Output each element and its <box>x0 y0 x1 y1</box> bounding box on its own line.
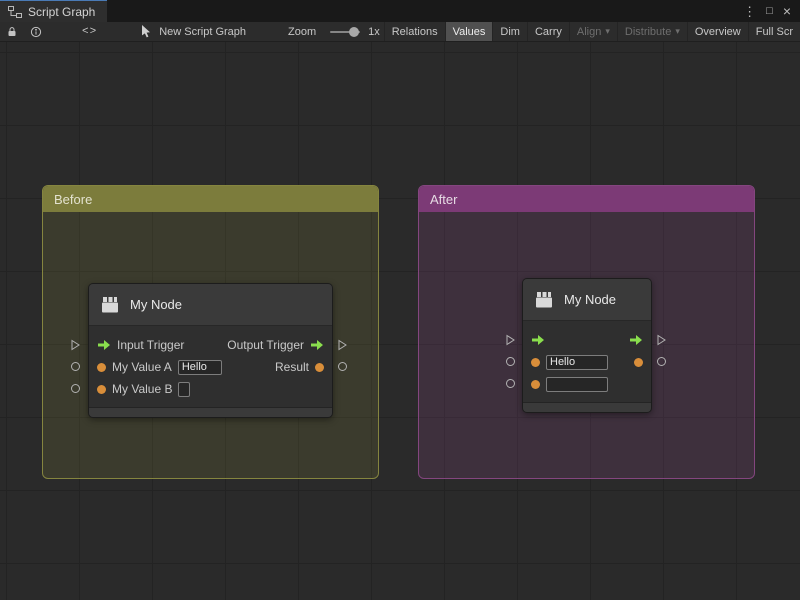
my-value-b-input[interactable] <box>178 382 190 397</box>
port-row: My Value B <box>89 378 332 400</box>
group-before-title: Before <box>54 192 92 207</box>
external-flow-port-indicator <box>506 334 515 346</box>
group-after-title: After <box>430 192 457 207</box>
node-body <box>523 321 651 399</box>
dim-label: Dim <box>500 26 520 38</box>
node-icon <box>99 294 121 316</box>
lock-button[interactable] <box>0 22 24 41</box>
node-footer <box>89 407 332 417</box>
output-trigger-label: Output Trigger <box>227 338 304 352</box>
script-graph-icon <box>8 6 22 18</box>
node-body: Input Trigger Output Trigger My Value A … <box>89 326 332 404</box>
group-after-header[interactable]: After <box>419 186 754 212</box>
graph-canvas[interactable]: Before After My Node Input Trigger <box>0 42 800 600</box>
window-controls: ⋮ □ × <box>743 0 800 22</box>
values-label: Values <box>453 26 486 38</box>
info-icon <box>30 26 42 38</box>
input-trigger-label: Input Trigger <box>117 338 184 352</box>
distribute-button[interactable]: Distribute ▾ <box>617 22 687 41</box>
external-value-port-indicator <box>506 379 515 388</box>
align-label: Align <box>577 26 601 38</box>
my-value-a-port-icon[interactable] <box>531 358 540 367</box>
lock-icon <box>6 26 18 38</box>
node-header[interactable]: My Node <box>89 284 332 326</box>
node-icon <box>533 289 555 311</box>
fullscreen-label: Full Scr <box>756 26 793 38</box>
code-button[interactable]: <> <box>76 22 103 41</box>
port-row: Input Trigger Output Trigger <box>89 334 332 356</box>
my-value-b-label: My Value B <box>112 382 172 396</box>
carry-button[interactable]: Carry <box>527 22 569 41</box>
external-value-port-indicator <box>657 357 666 366</box>
values-button[interactable]: Values <box>445 22 493 41</box>
my-value-a-input[interactable] <box>178 360 222 375</box>
result-port-icon[interactable] <box>634 358 643 367</box>
overview-label: Overview <box>695 26 741 38</box>
output-trigger-port-icon[interactable] <box>310 339 324 351</box>
result-label: Result <box>275 360 309 374</box>
new-script-graph-button[interactable]: New Script Graph <box>135 22 252 41</box>
external-flow-port-indicator <box>71 339 80 351</box>
overview-button[interactable]: Overview <box>687 22 748 41</box>
tab-title: Script Graph <box>28 5 95 19</box>
dropdown-caret-icon: ▾ <box>675 26 680 37</box>
external-flow-port-indicator <box>338 339 347 351</box>
relations-button[interactable]: Relations <box>384 22 445 41</box>
code-label: <> <box>82 26 97 38</box>
close-icon[interactable]: × <box>783 4 791 18</box>
zoom-label: Zoom <box>282 22 322 41</box>
group-before-header[interactable]: Before <box>43 186 378 212</box>
distribute-label: Distribute <box>625 26 671 38</box>
external-value-port-indicator <box>338 362 347 371</box>
relations-label: Relations <box>392 26 438 38</box>
zoom-slider-knob[interactable] <box>349 27 359 37</box>
zoom-slider[interactable] <box>330 22 360 41</box>
tab-script-graph[interactable]: Script Graph <box>0 0 107 22</box>
zoom-slider-track <box>330 31 360 33</box>
my-value-b-port-icon[interactable] <box>531 380 540 389</box>
info-button[interactable] <box>24 22 48 41</box>
port-row <box>523 329 651 351</box>
external-flow-port-indicator <box>657 334 666 346</box>
external-value-port-indicator <box>71 362 80 371</box>
external-value-port-indicator <box>71 384 80 393</box>
toolbar-right-group: Relations Values Dim Carry Align ▾ Distr… <box>384 22 800 41</box>
port-row <box>523 351 651 373</box>
output-trigger-port-icon[interactable] <box>629 334 643 346</box>
cursor-icon <box>141 25 152 38</box>
input-trigger-port-icon[interactable] <box>97 339 111 351</box>
dropdown-caret-icon: ▾ <box>605 26 610 37</box>
my-value-a-port-icon[interactable] <box>97 363 106 372</box>
port-row: My Value A Result <box>89 356 332 378</box>
node-header[interactable]: My Node <box>523 279 651 321</box>
input-trigger-port-icon[interactable] <box>531 334 545 346</box>
carry-label: Carry <box>535 26 562 38</box>
node-title: My Node <box>130 297 182 312</box>
dim-button[interactable]: Dim <box>492 22 527 41</box>
kebab-menu-icon[interactable]: ⋮ <box>743 5 756 18</box>
my-value-a-input[interactable] <box>546 355 608 370</box>
graph-toolbar: <> New Script Graph Zoom 1x Relations Va… <box>0 22 800 42</box>
node-my-node-after[interactable]: My Node <box>522 278 652 413</box>
node-footer <box>523 402 651 412</box>
new-script-graph-label: New Script Graph <box>159 26 246 38</box>
tab-bar: Script Graph ⋮ □ × <box>0 0 800 22</box>
port-row <box>523 373 651 395</box>
external-value-port-indicator <box>506 357 515 366</box>
my-value-b-port-icon[interactable] <box>97 385 106 394</box>
node-title: My Node <box>564 292 616 307</box>
fullscreen-button[interactable]: Full Scr <box>748 22 800 41</box>
zoom-value: 1x <box>368 22 384 41</box>
node-my-node-before[interactable]: My Node Input Trigger Output Trigger My … <box>88 283 333 418</box>
align-button[interactable]: Align ▾ <box>569 22 617 41</box>
my-value-b-input[interactable] <box>546 377 608 392</box>
result-port-icon[interactable] <box>315 363 324 372</box>
my-value-a-label: My Value A <box>112 360 172 374</box>
maximize-icon[interactable]: □ <box>766 6 773 17</box>
